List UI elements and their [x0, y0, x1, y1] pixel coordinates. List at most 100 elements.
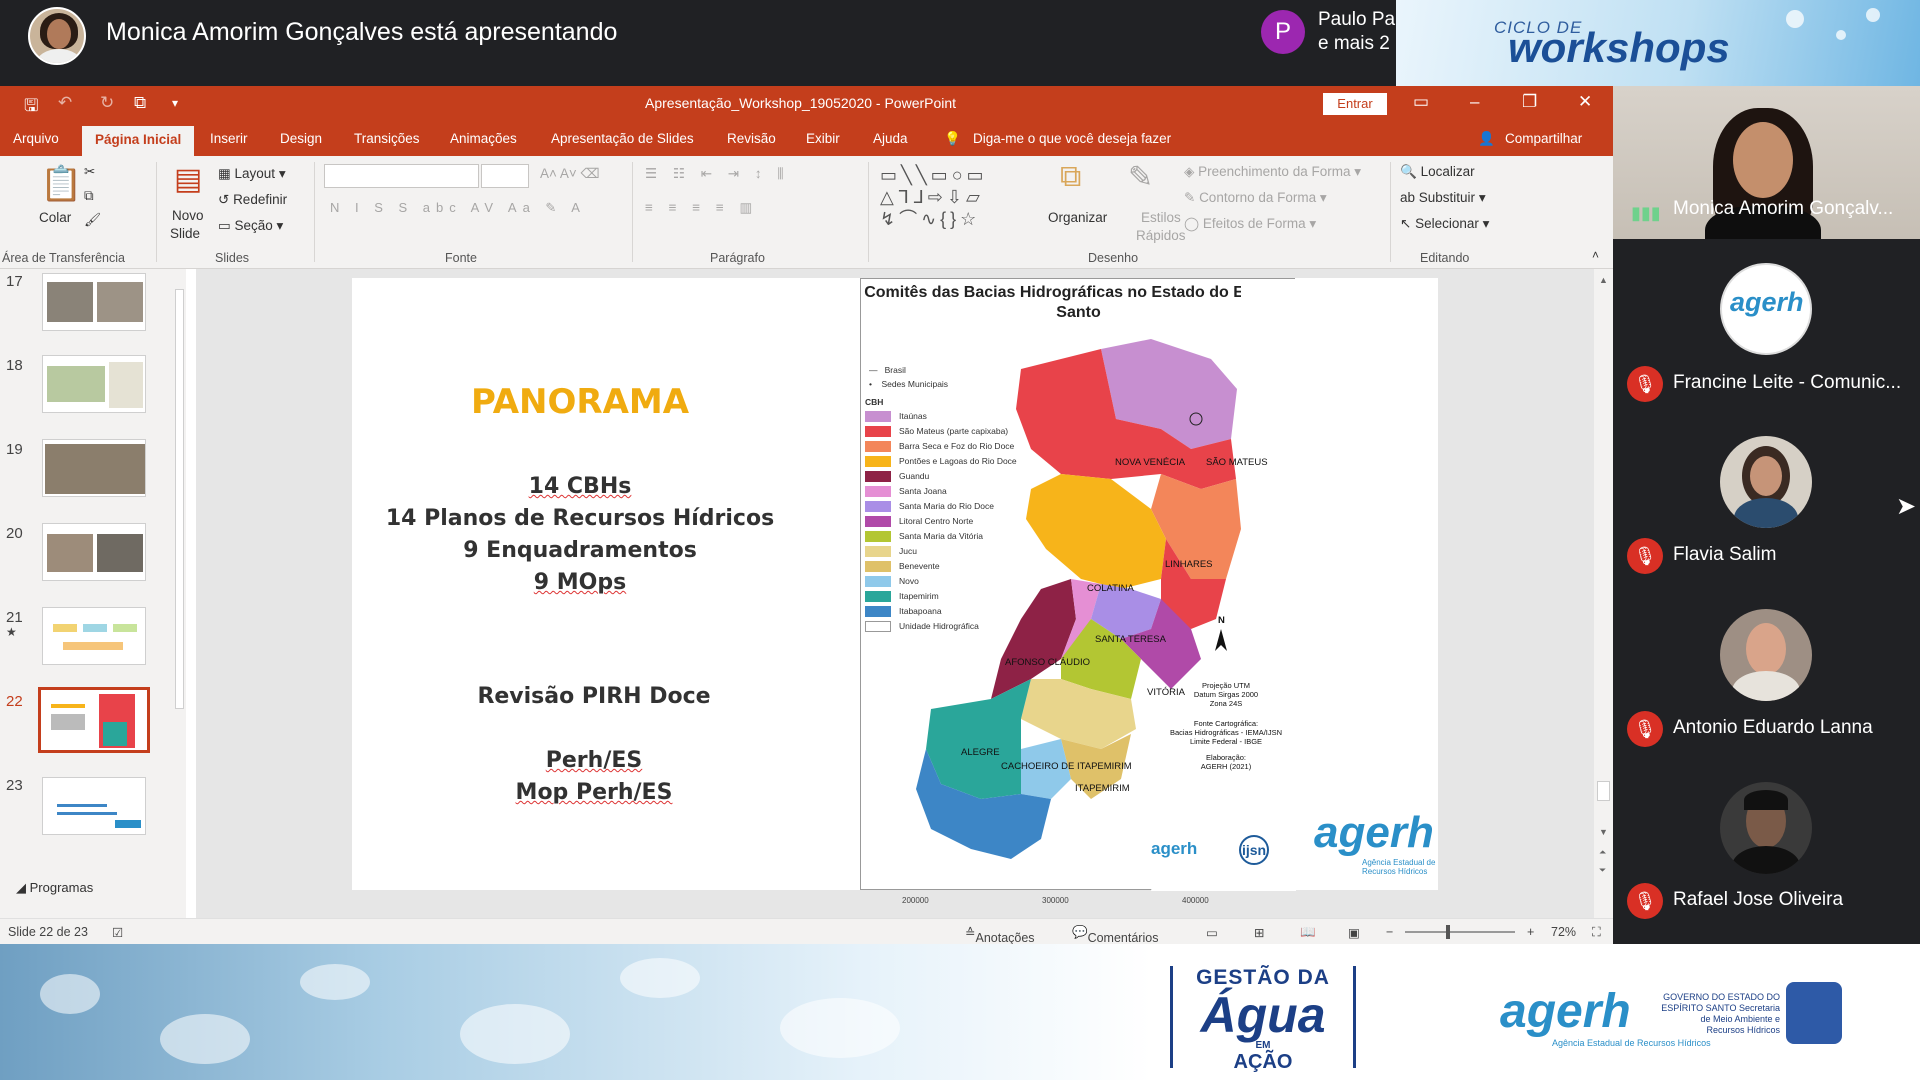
spellcheck-icon[interactable]: ☑	[112, 925, 123, 940]
tab-revisao[interactable]: Revisão	[727, 131, 776, 146]
previous-slide-icon[interactable]: ⏶	[1599, 847, 1606, 858]
legend-label: Novo	[899, 576, 919, 586]
undo-icon[interactable]: ↶	[58, 93, 72, 113]
zoom-slider-thumb[interactable]	[1446, 925, 1450, 939]
reading-view-icon[interactable]: 📖	[1300, 925, 1316, 940]
tab-exibir[interactable]: Exibir	[806, 131, 840, 146]
scroll-thumb[interactable]	[1597, 781, 1610, 801]
source-info: Fonte Cartográfica: Bacias Hidrográficas …	[1166, 719, 1286, 746]
font-name-box[interactable]	[324, 164, 479, 188]
basin-map[interactable]: Comitês das Bacias Hidrográficas no Esta…	[860, 278, 1296, 891]
slide-thumbnail-17[interactable]	[42, 273, 146, 331]
slide-thumbnail-19[interactable]	[42, 439, 146, 497]
fit-to-window-icon[interactable]: ⛶	[1592, 925, 1601, 940]
scroll-down-icon[interactable]: ▼	[1599, 827, 1608, 837]
layout-button[interactable]: ▦ Layout ▾	[218, 166, 286, 182]
customize-qat-icon[interactable]: ▾	[172, 96, 178, 110]
sign-in-button[interactable]: Entrar	[1323, 93, 1387, 115]
slide-thumbnail-20[interactable]	[42, 523, 146, 581]
participant-avatar-p[interactable]: P	[1261, 10, 1305, 54]
other-participants[interactable]: Paulo Pa e mais 2	[1318, 8, 1398, 56]
comments-button[interactable]: 💬 Comentários	[1072, 925, 1158, 945]
next-slide-icon[interactable]: ⏷	[1599, 865, 1606, 876]
paste-button[interactable]: Colar	[39, 210, 71, 225]
list-icons[interactable]: ☰ ☷ ⇤ ⇥ ↕ ⫼	[645, 166, 790, 182]
shape-fill-button[interactable]: ◈ Preenchimento da Forma ▾	[1184, 164, 1361, 180]
government-logo-text: GOVERNO DO ESTADO DO ESPÍRITO SANTO Secr…	[1661, 992, 1780, 1035]
legend-label: Pontões e Lagoas do Rio Doce	[899, 456, 1017, 466]
slide-canvas[interactable]: PANORAMA 14 CBHs 14 Planos de Recursos H…	[352, 278, 1438, 905]
slide-thumbnail-23[interactable]	[42, 777, 146, 835]
replace-button[interactable]: ab Substituir ▾	[1400, 190, 1486, 206]
paste-icon[interactable]: 📋	[40, 164, 82, 204]
close-icon[interactable]: ✕	[1578, 92, 1592, 112]
cut-icon[interactable]: ✂	[84, 164, 95, 180]
quick-styles-label-2[interactable]: Rápidos	[1136, 228, 1186, 243]
font-format-icons[interactable]: N I S S abc AV Aa ✎ A	[330, 200, 586, 216]
ribbon-tabs: Arquivo Página Inicial Inserir Design Tr…	[0, 122, 1613, 156]
tell-me-box[interactable]: Diga-me o que você deseja fazer	[973, 131, 1171, 146]
zoom-in-icon[interactable]: +	[1527, 925, 1534, 939]
section-button[interactable]: ▭ Seção ▾	[218, 218, 283, 234]
align-icons[interactable]: ≡ ≡ ≡ ≡ ▥	[645, 200, 758, 216]
tab-design[interactable]: Design	[280, 131, 322, 146]
quick-styles-label[interactable]: Estilos	[1141, 210, 1181, 225]
slideshow-view-icon[interactable]: ▣	[1348, 925, 1360, 940]
zoom-slider[interactable]	[1405, 931, 1515, 933]
shapes-gallery[interactable]: ▭╲╲▭○▭ △ᒣᒧ⇨⇩▱ ↯⌒∿{}☆	[880, 164, 1040, 232]
city-label: COLATINA	[1087, 583, 1134, 594]
tab-ajuda[interactable]: Ajuda	[873, 131, 908, 146]
slide-thumbnail-21[interactable]	[42, 607, 146, 665]
speaker-video[interactable]: ▮▮▮ Monica Amorim Gonçalv...	[1613, 86, 1920, 239]
collapse-ribbon-icon[interactable]: ˄	[1592, 248, 1599, 262]
ribbon-display-icon[interactable]: ▭	[1413, 92, 1429, 112]
minimize-icon[interactable]: –	[1470, 92, 1479, 112]
notes-button[interactable]: ≙ Anotações	[965, 925, 1035, 945]
zoom-level[interactable]: 72%	[1551, 925, 1576, 939]
share-button[interactable]: Compartilhar	[1505, 131, 1582, 146]
save-icon[interactable]: 🖫	[24, 93, 38, 122]
normal-view-icon[interactable]: ▭	[1206, 925, 1218, 940]
tab-pagina-inicial[interactable]: Página Inicial	[82, 126, 195, 156]
slide-thumbnail-18[interactable]	[42, 355, 146, 413]
tab-animacoes[interactable]: Animações	[450, 131, 517, 146]
participant-name: Francine Leite - Comunic...	[1673, 372, 1902, 393]
mic-off-icon: 🎙	[1627, 366, 1663, 402]
tab-inserir[interactable]: Inserir	[210, 131, 248, 146]
shape-effects-button[interactable]: ◯ Efeitos de Forma ▾	[1184, 216, 1316, 232]
title-bar: 🖫 ↶ ↻ ⧉ ▾ Apresentação_Workshop_19052020…	[0, 86, 1613, 122]
arrange-button[interactable]: Organizar	[1048, 210, 1107, 225]
redo-icon[interactable]: ↻	[100, 93, 114, 113]
find-button[interactable]: 🔍 Localizar	[1400, 164, 1475, 180]
slide-sorter-icon[interactable]: ⊞	[1254, 925, 1264, 940]
slide-thumbnail-22[interactable]	[38, 687, 150, 753]
restore-icon[interactable]: ❐	[1522, 92, 1537, 112]
tab-arquivo[interactable]: Arquivo	[13, 131, 59, 146]
format-painter-icon[interactable]: 🖌	[84, 212, 101, 228]
reset-button[interactable]: ↺ Redefinir	[218, 192, 287, 208]
shape-outline-button[interactable]: ✎ Contorno da Forma ▾	[1184, 190, 1327, 206]
start-slideshow-icon[interactable]: ⧉	[134, 93, 146, 113]
quick-styles-icon[interactable]: ✎	[1128, 160, 1153, 195]
zoom-out-icon[interactable]: −	[1386, 925, 1393, 939]
x-tick: 200000	[902, 896, 929, 905]
new-slide-label-2[interactable]: Slide	[170, 226, 200, 241]
copy-icon[interactable]: ⧉	[84, 188, 94, 204]
tab-apresentacao[interactable]: Apresentação de Slides	[551, 131, 694, 146]
thumbnail-scrollbar[interactable]	[173, 269, 186, 919]
group-clipboard: Área de Transferência	[2, 251, 125, 265]
new-slide-icon[interactable]: ▤	[174, 162, 202, 197]
tab-transicoes[interactable]: Transições	[354, 131, 420, 146]
new-slide-label[interactable]: Novo	[172, 208, 204, 223]
editor-scrollbar[interactable]: ▲ ▼ ⏶ ⏷	[1594, 269, 1613, 919]
shape-effects-label: Efeitos de Forma	[1202, 216, 1306, 231]
scroll-up-icon[interactable]: ▲	[1599, 275, 1608, 285]
font-size-box[interactable]	[481, 164, 529, 188]
legend-item: Itabapoana	[865, 606, 942, 618]
grow-font-icon[interactable]: A˄ A˅ ⌫	[540, 166, 600, 182]
select-button[interactable]: ↖ Selecionar ▾	[1400, 216, 1489, 232]
arrange-icon[interactable]: ⧉	[1060, 160, 1081, 194]
section-programas[interactable]: ◢ Programas	[16, 880, 93, 896]
workshop-banner: CICLO DE workshops	[1396, 0, 1920, 86]
participant-avatar-agerh: agerh	[1720, 263, 1812, 355]
